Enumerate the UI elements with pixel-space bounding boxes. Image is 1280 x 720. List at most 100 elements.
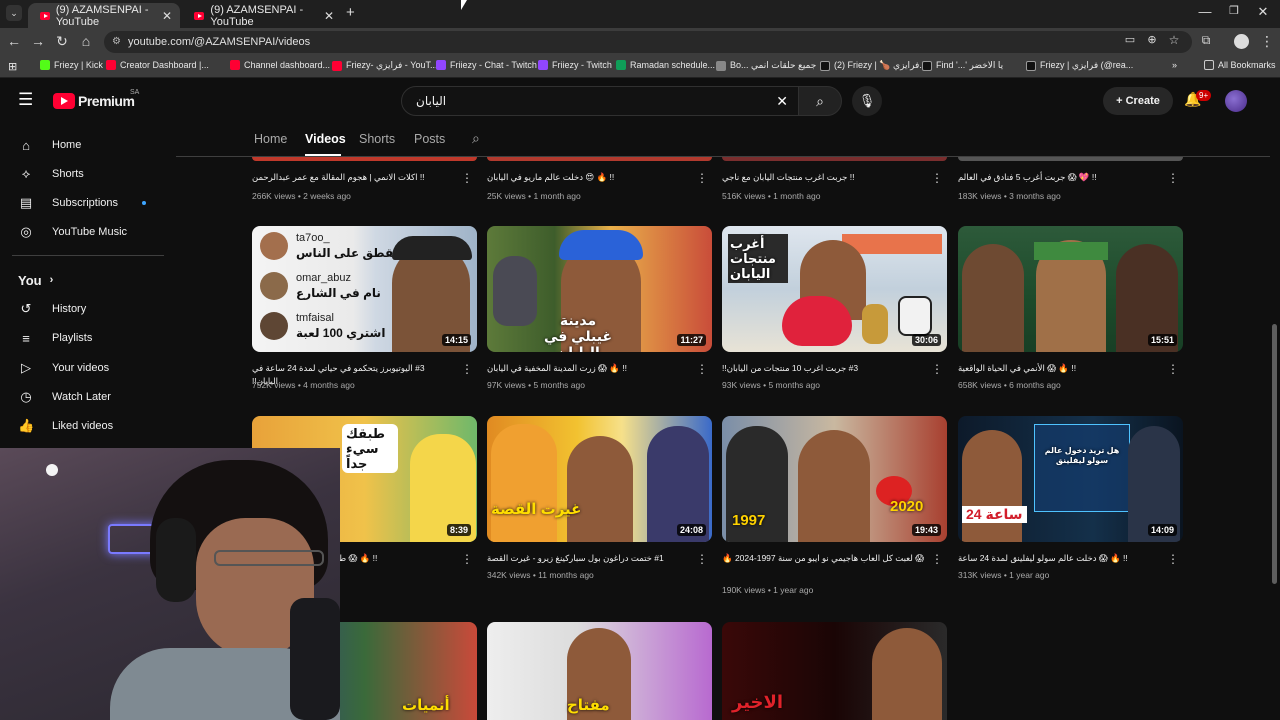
tab-home[interactable]: Home xyxy=(254,132,287,146)
more-options-icon[interactable]: ⋮ xyxy=(1167,362,1179,376)
tab-search-icon[interactable]: ⌄ xyxy=(6,5,22,21)
video-title[interactable]: !! اكلات الانمي | هجوم المقالة مع عمر عب… xyxy=(252,171,452,184)
tab-videos[interactable]: Videos xyxy=(305,132,346,146)
sidebar-item-watch-later[interactable]: ◷ Watch Later xyxy=(18,387,111,407)
more-options-icon[interactable]: ⋮ xyxy=(696,171,708,185)
more-options-icon[interactable]: ⋮ xyxy=(931,171,943,185)
tab-posts[interactable]: Posts xyxy=(414,132,445,146)
extensions-icon[interactable]: ⧉ xyxy=(1196,33,1216,48)
sidebar-item-your-videos[interactable]: ▷ Your videos xyxy=(18,358,109,378)
tab-shorts[interactable]: Shorts xyxy=(359,132,395,146)
close-window-icon[interactable]: ✕ xyxy=(1248,4,1278,20)
video-card[interactable]: !! 🔥 😍 دخلت عالم ماريو في اليابان ⋮ 25K … xyxy=(487,157,712,201)
bookmark-item[interactable]: Creator Dashboard |... xyxy=(106,60,209,70)
all-bookmarks-button[interactable]: All Bookmarks xyxy=(1204,60,1276,70)
video-thumbnail[interactable]: مدينة غيبلي في اليابان 11:27 xyxy=(487,226,712,352)
sidebar-item-history[interactable]: ↺ History xyxy=(18,299,87,319)
bookmark-item[interactable]: Friezy | Kick xyxy=(40,60,103,70)
channel-search-icon[interactable]: ⌕ xyxy=(472,130,480,147)
youtube-logo[interactable]: Premium xyxy=(53,93,135,109)
reload-icon[interactable]: ↻ xyxy=(52,33,72,50)
hamburger-menu-icon[interactable]: ☰ xyxy=(18,90,33,110)
video-title[interactable]: !! 🔥 😍 دخلت عالم ماريو في اليابان xyxy=(487,171,687,184)
minimize-icon[interactable]: — xyxy=(1190,4,1220,19)
video-thumbnail[interactable] xyxy=(958,157,1183,161)
account-avatar[interactable] xyxy=(1225,90,1247,112)
video-card[interactable]: مدينة غيبلي في اليابان 11:27 !! 🔥 😱 زرت … xyxy=(487,226,712,390)
more-options-icon[interactable]: ⋮ xyxy=(931,362,943,376)
video-card[interactable]: مفتاح xyxy=(487,622,712,720)
video-card[interactable]: !! اكلات الانمي | هجوم المقالة مع عمر عب… xyxy=(252,157,477,201)
video-card[interactable]: ta7oo_ طقطق على الناس omar_abuz نام في ا… xyxy=(252,226,477,390)
bookmark-item[interactable]: Friiezy - Twitch xyxy=(538,60,612,70)
video-card[interactable]: 1997 2020 19:43 😱 لعبت كل العاب هاجيمي ن… xyxy=(722,416,947,595)
video-title[interactable]: #3 جربت اغرب 10 منتجات من اليابان!! xyxy=(722,362,922,375)
voice-search-button[interactable]: 🎙 xyxy=(852,86,882,116)
video-card[interactable]: أغرب منتجات اليابان 30:06 #3 جربت اغرب 1… xyxy=(722,226,947,390)
video-title[interactable]: #1 ختمت دراغون بول سباركينغ زيرو - غيرت … xyxy=(487,552,687,565)
video-title[interactable]: !! 🔥 😱 دخلت عالم سولو ليفلينق لمدة 24 سا… xyxy=(958,552,1158,565)
sidebar-item-playlists[interactable]: ≡ Playlists xyxy=(18,328,92,348)
more-options-icon[interactable]: ⋮ xyxy=(696,362,708,376)
create-button[interactable]: + Create xyxy=(1103,87,1173,115)
zoom-icon[interactable]: ⊕ xyxy=(1142,33,1162,46)
browser-tab[interactable]: (9) AZAMSENPAI - YouTube ✕ xyxy=(182,3,342,28)
browser-tab[interactable]: (9) AZAMSENPAI - YouTube ✕ xyxy=(28,3,180,28)
bookmark-item[interactable]: Bo... جميع حلقات انمي xyxy=(716,60,816,71)
search-input[interactable]: اليابان ✕ xyxy=(401,86,799,116)
video-thumbnail[interactable]: الاخير xyxy=(722,622,947,720)
bookmark-star-icon[interactable]: ☆ xyxy=(1164,33,1184,47)
more-options-icon[interactable]: ⋮ xyxy=(461,171,473,185)
video-thumbnail[interactable]: غيرت القصة 24:08 xyxy=(487,416,712,542)
install-icon[interactable]: ▭ xyxy=(1120,33,1140,46)
video-card[interactable]: !! 💖 😱 جربت أغرب 5 فنادق في العالم ⋮ 183… xyxy=(958,157,1183,201)
bookmark-item[interactable]: Friezy- فرايزي - YouT... xyxy=(332,60,437,71)
more-options-icon[interactable]: ⋮ xyxy=(461,362,473,376)
forward-icon[interactable]: → xyxy=(28,33,48,49)
bookmark-item[interactable]: Friezy | فرايزي (@rea... xyxy=(1026,60,1133,71)
sidebar-item-shorts[interactable]: ⟡ Shorts xyxy=(18,164,84,184)
more-options-icon[interactable]: ⋮ xyxy=(696,552,708,566)
more-options-icon[interactable]: ⋮ xyxy=(461,552,473,566)
sidebar-you-header[interactable]: You › xyxy=(18,270,53,290)
video-title[interactable]: 😱 لعبت كل العاب هاجيمي نو ايبو من سنة 19… xyxy=(722,552,927,565)
bookmark-item[interactable]: (2) Friezy | 🍗 فرايزي... xyxy=(820,60,927,71)
search-button[interactable]: ⌕ xyxy=(798,86,842,116)
bookmark-item[interactable]: Find '...' يا الاخضر xyxy=(922,60,1003,71)
video-thumbnail[interactable]: ta7oo_ طقطق على الناس omar_abuz نام في ا… xyxy=(252,226,477,352)
more-options-icon[interactable]: ⋮ xyxy=(1167,171,1179,185)
bookmark-item[interactable]: Friiezy - Chat - Twitch xyxy=(436,60,537,70)
sidebar-item-home[interactable]: ⌂ Home xyxy=(18,135,81,155)
video-title[interactable]: !! 💖 😱 جربت أغرب 5 فنادق في العالم xyxy=(958,171,1158,184)
video-thumbnail[interactable]: أغرب منتجات اليابان 30:06 xyxy=(722,226,947,352)
video-title[interactable]: !! 🔥 😱 الأنمي في الحياة الواقعية xyxy=(958,362,1158,375)
more-options-icon[interactable]: ⋮ xyxy=(1167,552,1179,566)
back-icon[interactable]: ← xyxy=(4,33,24,49)
bookmarks-overflow-icon[interactable]: » xyxy=(1172,60,1177,70)
bookmark-item[interactable]: Channel dashboard... xyxy=(230,60,330,70)
video-title[interactable]: !! جربت اغرب منتجات اليابان مع ناجي xyxy=(722,171,922,184)
more-options-icon[interactable]: ⋮ xyxy=(931,552,943,566)
clear-search-icon[interactable]: ✕ xyxy=(776,87,788,115)
video-thumbnail[interactable] xyxy=(487,157,712,161)
video-thumbnail[interactable]: 15:51 xyxy=(958,226,1183,352)
restore-icon[interactable]: ❐ xyxy=(1219,4,1249,17)
video-thumbnail[interactable]: 1997 2020 19:43 xyxy=(722,416,947,542)
bookmark-item[interactable]: Ramadan schedule... xyxy=(616,60,715,70)
video-thumbnail[interactable]: مفتاح xyxy=(487,622,712,720)
video-title[interactable]: !! 🔥 😱 زرت المدينة المخفية في اليابان xyxy=(487,362,687,375)
close-tab-icon[interactable]: ✕ xyxy=(324,9,334,23)
new-tab-button[interactable]: + xyxy=(346,4,355,21)
video-card[interactable]: 15:51 !! 🔥 😱 الأنمي في الحياة الواقعية ⋮… xyxy=(958,226,1183,390)
video-thumbnail[interactable]: هل تريد دخول عالم سولو ليفلينق 24 ساعة 1… xyxy=(958,416,1183,542)
profile-icon[interactable] xyxy=(1234,34,1249,49)
sidebar-item-subscriptions[interactable]: ▤ Subscriptions xyxy=(18,193,146,213)
video-card[interactable]: غيرت القصة 24:08 #1 ختمت دراغون بول سبار… xyxy=(487,416,712,580)
sidebar-item-liked-videos[interactable]: 👍 Liked videos xyxy=(18,416,113,436)
apps-grid-icon[interactable]: ⊞ xyxy=(8,60,17,73)
sidebar-item-youtube-music[interactable]: ◎ YouTube Music xyxy=(18,222,127,242)
home-browser-icon[interactable]: ⌂ xyxy=(76,33,96,49)
video-card[interactable]: هل تريد دخول عالم سولو ليفلينق 24 ساعة 1… xyxy=(958,416,1183,580)
url-field[interactable]: ⚙ youtube.com/@AZAMSENPAI/videos xyxy=(104,31,1192,53)
page-scrollbar[interactable] xyxy=(1272,324,1277,584)
